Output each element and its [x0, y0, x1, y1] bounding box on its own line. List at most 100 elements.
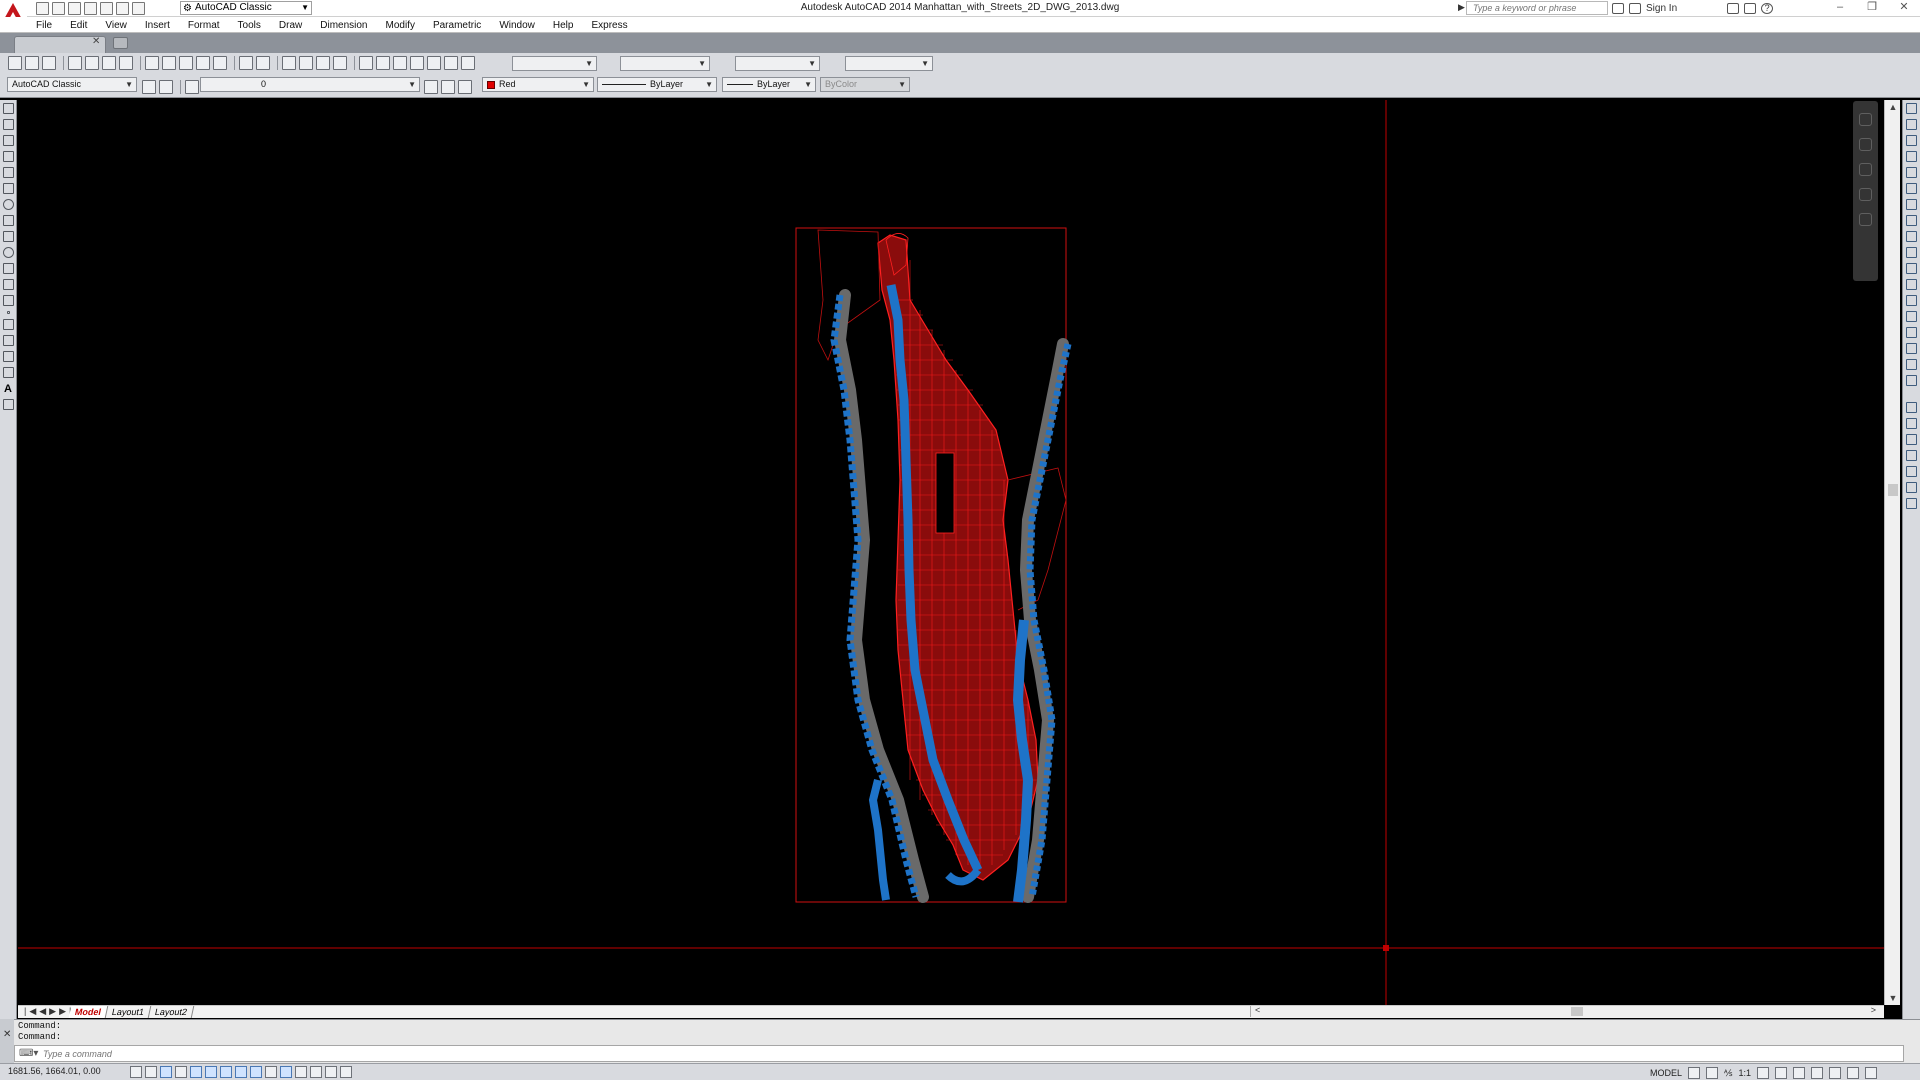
spline-icon[interactable]	[2, 231, 14, 242]
sign-in-link[interactable]: Sign In	[1646, 3, 1677, 14]
transparency-icon[interactable]	[295, 1066, 307, 1078]
ortho-mode-icon[interactable]	[175, 1066, 187, 1078]
hatch-icon[interactable]	[2, 319, 14, 330]
clean-screen-icon[interactable]	[1865, 1066, 1878, 1079]
break-at-point-icon[interactable]	[1906, 279, 1917, 290]
zoom-realtime-icon[interactable]	[299, 56, 313, 70]
quick-properties-icon[interactable]	[310, 1066, 322, 1078]
scroll-up-icon[interactable]: ▲	[1885, 102, 1901, 112]
vertical-scroll-thumb[interactable]	[1888, 484, 1898, 496]
publish-icon[interactable]	[102, 56, 116, 70]
layer-properties-icon[interactable]	[185, 80, 199, 94]
send-under-icon[interactable]	[1906, 466, 1917, 477]
trim-icon[interactable]	[1906, 247, 1917, 258]
new-tab-button[interactable]	[113, 37, 128, 49]
layer-previous-icon[interactable]	[441, 80, 455, 94]
layer-combo[interactable]: 0 ▼	[200, 77, 420, 92]
redo-icon[interactable]	[132, 2, 145, 15]
plot-preview-icon[interactable]	[85, 56, 99, 70]
design-center-icon[interactable]	[376, 56, 390, 70]
close-icon[interactable]: ✕	[3, 1029, 11, 1040]
menu-express[interactable]: Express	[582, 18, 636, 33]
table-icon[interactable]	[2, 367, 14, 378]
vertical-scrollbar[interactable]: ▲ ▼	[1884, 100, 1900, 1005]
offset-icon[interactable]	[1906, 151, 1917, 162]
menu-insert[interactable]: Insert	[136, 18, 179, 33]
isolate-objects-icon[interactable]	[1847, 1066, 1860, 1079]
workspace-combo[interactable]: AutoCAD Classic ▼	[7, 77, 137, 92]
menu-window[interactable]: Window	[490, 18, 544, 33]
orbit-nav-icon[interactable]	[1859, 188, 1872, 201]
horizontal-scrollbar[interactable]: < >	[1250, 1005, 1880, 1017]
zoom-window-icon[interactable]	[316, 56, 330, 70]
region-icon[interactable]	[2, 351, 14, 362]
dynamic-ucs-icon[interactable]	[250, 1066, 262, 1078]
block-editor-icon[interactable]	[213, 56, 227, 70]
mirror-icon[interactable]	[1906, 135, 1917, 146]
grid-display-icon[interactable]	[160, 1066, 172, 1078]
auto-scale-icon[interactable]	[1775, 1066, 1788, 1079]
annotation-scale-value[interactable]: 1:1	[1739, 1068, 1752, 1078]
copy-object-icon[interactable]	[1906, 119, 1917, 130]
save-icon[interactable]	[42, 56, 56, 70]
scroll-right-icon[interactable]: >	[1871, 1005, 1876, 1015]
annotation-monitor-icon[interactable]	[340, 1066, 352, 1078]
menu-modify[interactable]: Modify	[377, 18, 424, 33]
layer-state-icon[interactable]	[458, 80, 472, 94]
markup-icon[interactable]	[427, 56, 441, 70]
redo-icon[interactable]	[256, 56, 270, 70]
menu-dimension[interactable]: Dimension	[311, 18, 376, 33]
quick-view-drawings-icon[interactable]	[1706, 1066, 1719, 1079]
cut-icon[interactable]	[145, 56, 159, 70]
undo-icon[interactable]	[239, 56, 253, 70]
drawing-canvas[interactable]	[18, 100, 1884, 1005]
exchange-icon[interactable]	[1727, 2, 1740, 14]
3d-object-snap-icon[interactable]	[220, 1066, 232, 1078]
zoom-previous-icon[interactable]	[333, 56, 347, 70]
tab-model[interactable]: Model	[68, 1006, 109, 1018]
fillet-icon[interactable]	[1906, 343, 1917, 354]
layout-navigation-icons[interactable]: |◀◀▶▶|	[24, 1006, 74, 1017]
stay-connected-icon[interactable]	[1744, 2, 1757, 14]
drawing-area[interactable]	[18, 100, 1884, 1005]
new-file-icon[interactable]	[36, 2, 49, 15]
open-icon[interactable]	[25, 56, 39, 70]
pan-nav-icon[interactable]	[1859, 138, 1872, 151]
workspace-switching-icon[interactable]	[1793, 1066, 1806, 1079]
table-style-select[interactable]: ▼	[735, 56, 820, 71]
hardware-acceleration-icon[interactable]	[1829, 1066, 1842, 1079]
explode-icon[interactable]	[1906, 375, 1917, 386]
menu-file[interactable]: File	[27, 18, 61, 33]
ellipse-arc-icon[interactable]	[2, 263, 14, 274]
tool-palettes-icon[interactable]	[393, 56, 407, 70]
model-space-label[interactable]: MODEL	[1650, 1068, 1682, 1078]
search-input[interactable]	[1466, 1, 1608, 15]
multileader-style-select[interactable]: ▼	[845, 56, 933, 71]
menu-view[interactable]: View	[96, 18, 136, 33]
rectangle-icon[interactable]	[2, 167, 14, 178]
zoom-nav-icon[interactable]	[1859, 163, 1872, 176]
dynamic-input-icon[interactable]	[265, 1066, 277, 1078]
undo-icon[interactable]	[116, 2, 129, 15]
search-expand-icon[interactable]: ▶	[1458, 2, 1465, 13]
polygon-icon[interactable]	[2, 151, 14, 162]
scale-icon[interactable]	[1906, 215, 1917, 226]
customize-icon[interactable]	[159, 80, 173, 94]
command-prompt-icon[interactable]: ⌨▾	[19, 1048, 38, 1059]
workspace-select[interactable]: ⚙ AutoCAD Classic ▼	[180, 1, 312, 15]
save-icon[interactable]	[68, 2, 81, 15]
save-as-icon[interactable]	[84, 2, 97, 15]
join-icon[interactable]	[1906, 311, 1917, 322]
pan-icon[interactable]	[282, 56, 296, 70]
qnew-icon[interactable]	[8, 56, 22, 70]
bring-above-icon[interactable]	[1906, 450, 1917, 461]
open-file-icon[interactable]	[52, 2, 65, 15]
annotation-visibility-icon[interactable]	[1757, 1066, 1770, 1079]
infer-constraints-icon[interactable]	[130, 1066, 142, 1078]
close-icon[interactable]: ✕	[1888, 0, 1920, 16]
menu-tools[interactable]: Tools	[229, 18, 270, 33]
add-selected-icon[interactable]	[2, 399, 14, 410]
stretch-icon[interactable]	[1906, 231, 1917, 242]
bring-to-front-icon[interactable]	[1906, 418, 1917, 429]
command-input[interactable]	[43, 1047, 1743, 1061]
